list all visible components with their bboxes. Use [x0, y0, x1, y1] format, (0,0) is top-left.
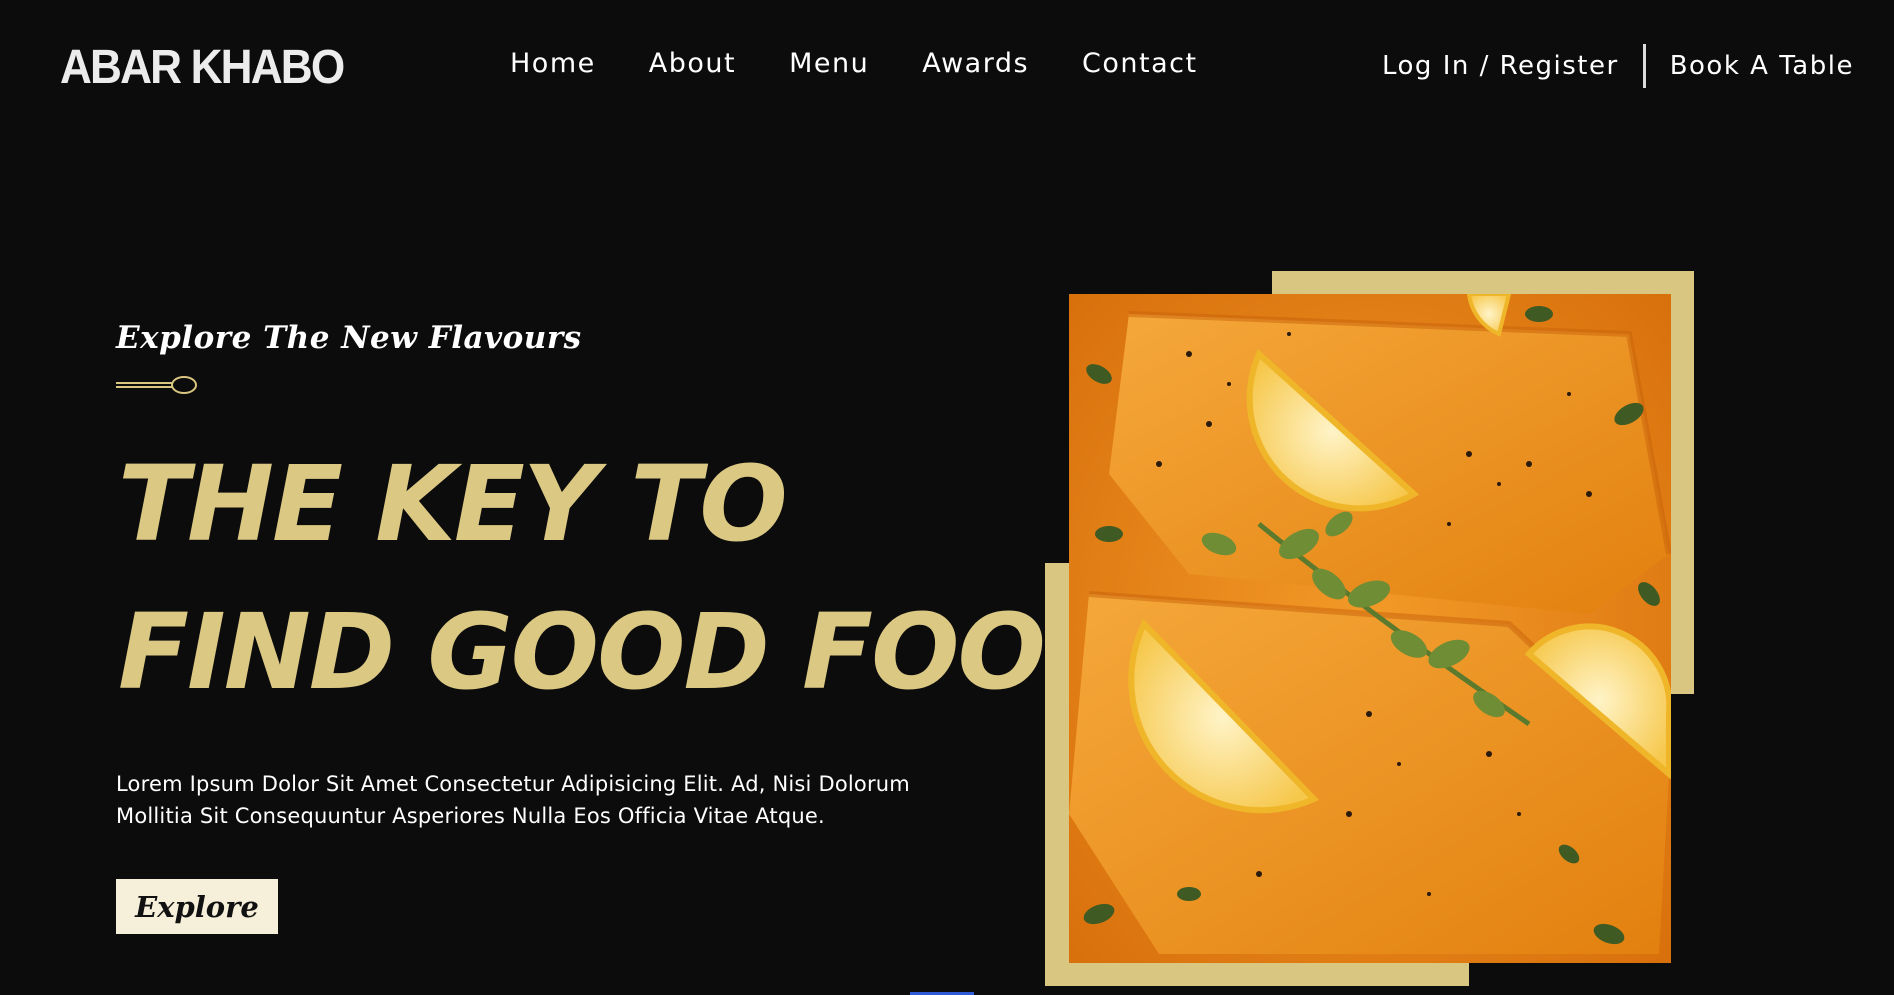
hero-eyebrow: Explore The New Flavours [116, 320, 582, 356]
nav-item-home[interactable]: Home [510, 44, 596, 84]
nav-item-contact[interactable]: Contact [1082, 44, 1198, 84]
explore-button[interactable]: Explore [116, 879, 278, 934]
headline-line-1: THE KEY TO [118, 443, 788, 565]
nav-item-menu[interactable]: Menu [789, 44, 869, 84]
salmon-dish-image [1069, 294, 1671, 963]
nav-item-awards[interactable]: Awards [922, 44, 1029, 84]
page: ABAR KHABO Home About Menu Awards Contac… [0, 0, 1894, 995]
main-nav: Home About Menu Awards Contact [510, 44, 1198, 84]
brand-logo[interactable]: ABAR KHABO [60, 40, 345, 96]
header-divider [1642, 44, 1646, 88]
hero-description: Lorem Ipsum Dolor Sit Amet Consectetur A… [116, 772, 910, 828]
spoon-icon [116, 376, 197, 394]
hero-headline: THE KEY TO FIND GOOD FOOD [118, 430, 1130, 726]
book-table-link[interactable]: Book A Table [1670, 46, 1854, 86]
header-actions: Log In / Register Book A Table [1382, 44, 1854, 88]
login-register-link[interactable]: Log In / Register [1382, 46, 1619, 86]
salmon-dish-illustration [1069, 294, 1671, 963]
headline-line-2: FIND GOOD FOOD [118, 591, 1130, 713]
nav-item-about[interactable]: About [649, 44, 736, 84]
